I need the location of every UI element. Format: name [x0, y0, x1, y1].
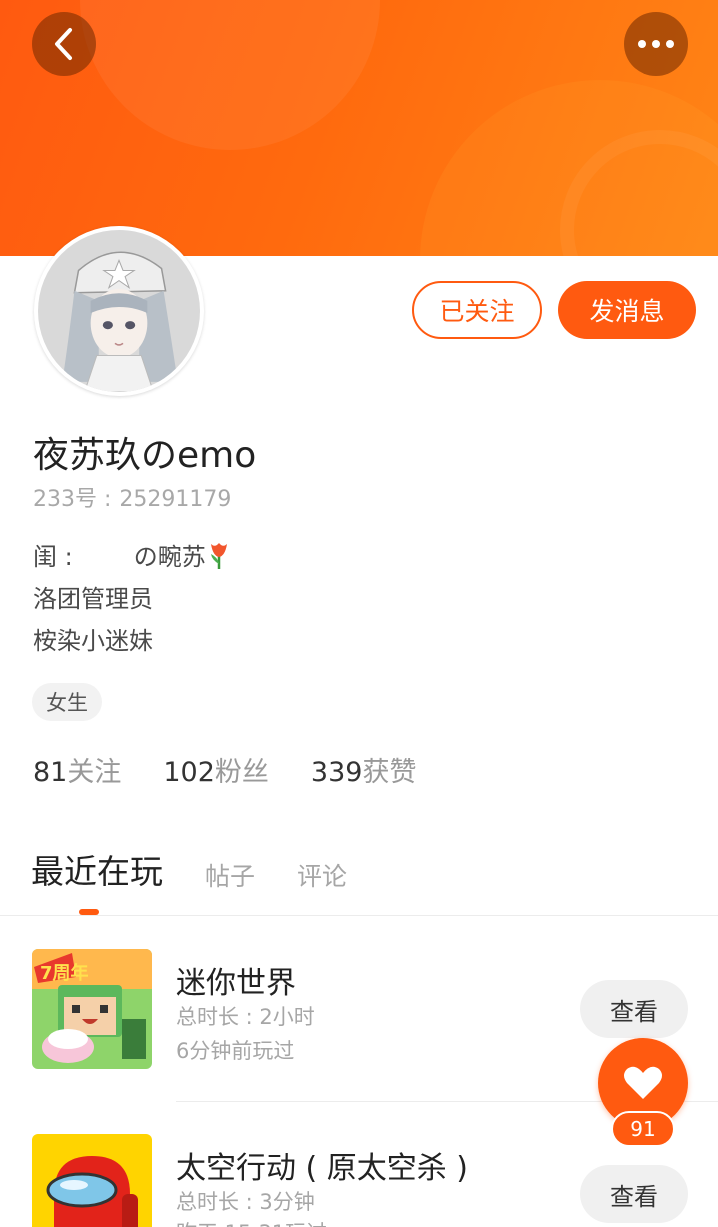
followers-stat[interactable]: 102 粉丝 — [163, 750, 269, 789]
user-id-value: 25291179 — [119, 487, 232, 512]
profile-tabs: 最近在玩 帖子 评论 — [31, 845, 389, 895]
profile-banner — [0, 0, 718, 256]
avatar[interactable] — [34, 226, 204, 396]
nickname: 夜苏玖のemo — [33, 435, 257, 476]
gender-tag: 女生 — [32, 683, 102, 721]
more-button[interactable] — [624, 12, 688, 76]
send-message-button[interactable]: 发消息 — [558, 281, 696, 339]
svg-text:7周年: 7周年 — [40, 962, 89, 984]
space-action-icon — [32, 1134, 152, 1227]
tulip-icon — [210, 543, 227, 569]
view-game-button[interactable]: 查看 — [580, 980, 688, 1038]
tab-recently-played[interactable]: 最近在玩 — [31, 845, 163, 895]
view-game-button[interactable]: 查看 — [580, 1165, 688, 1223]
more-dots-icon — [638, 40, 674, 48]
following-stat[interactable]: 81 关注 — [33, 750, 121, 789]
user-id-label: 233号 : — [33, 487, 112, 512]
bio-line: 洛团管理员 — [33, 585, 153, 613]
likes-stat[interactable]: 339 获赞 — [311, 750, 417, 789]
game-name: 迷你世界 — [176, 966, 296, 1001]
divider — [0, 915, 718, 916]
game-list-item[interactable]: 太空行动 ( 原太空杀 ) 总时长 : 3分钟 昨天 15:31玩过 查看 — [0, 1125, 718, 1227]
stats-bar: 81 关注 102 粉丝 339 获赞 — [33, 750, 458, 789]
chevron-left-icon — [55, 28, 72, 60]
heart-icon — [624, 1066, 662, 1099]
bio-line: 闺 : の畹苏 — [33, 536, 232, 578]
tab-comments[interactable]: 评论 — [297, 857, 347, 895]
game-duration: 总时长 : 2小时 — [176, 1005, 315, 1029]
game-name: 太空行动 ( 原太空杀 ) — [176, 1151, 469, 1186]
followed-button[interactable]: 已关注 — [412, 281, 542, 339]
tab-posts[interactable]: 帖子 — [205, 857, 255, 895]
game-duration: 总时长 : 3分钟 — [176, 1190, 315, 1214]
mini-world-icon: 7周年 — [32, 949, 152, 1069]
back-button[interactable] — [32, 12, 96, 76]
game-last-played: 昨天 15:31玩过 — [176, 1217, 327, 1227]
bio-line: 桉染小迷妹 — [33, 627, 153, 655]
user-id: 233号 : 25291179 — [33, 481, 231, 513]
bio: 闺 : の畹苏 洛团管理员 桉染小迷妹 — [33, 536, 232, 662]
like-count: 91 — [611, 1111, 675, 1147]
game-last-played: 6分钟前玩过 — [176, 1039, 295, 1063]
